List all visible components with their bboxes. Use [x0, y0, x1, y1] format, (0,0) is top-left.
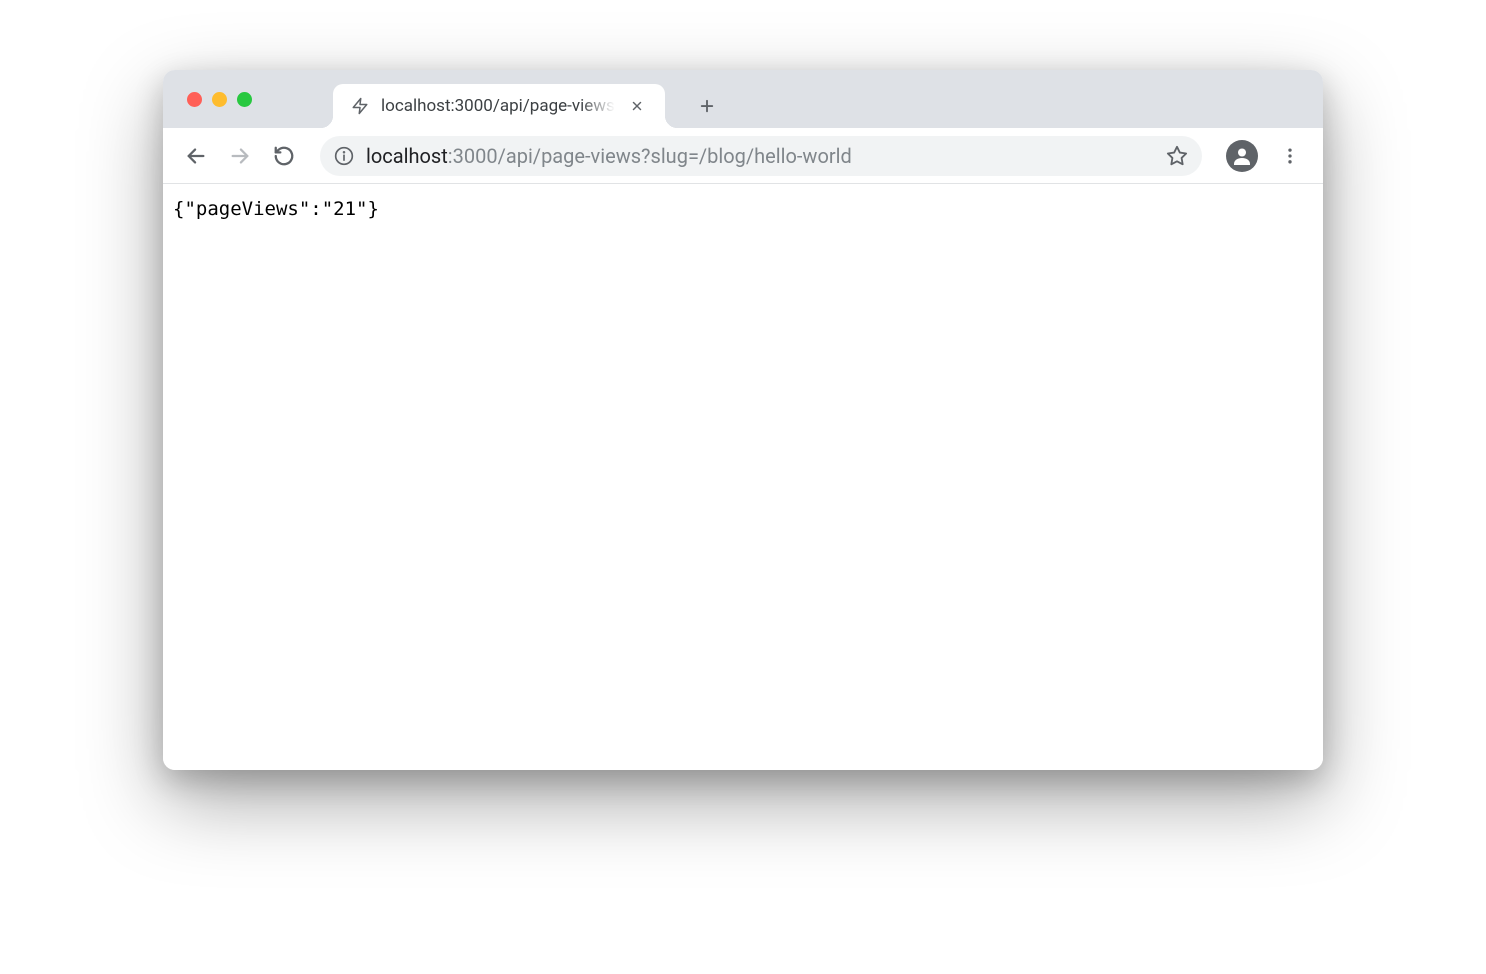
address-bar[interactable]: localhost:3000/api/page-views?slug=/blog… — [320, 136, 1202, 176]
window-maximize-button[interactable] — [237, 92, 252, 107]
reload-button[interactable] — [266, 138, 302, 174]
browser-window: localhost:3000/api/page-views — [163, 70, 1323, 770]
window-controls — [187, 92, 252, 107]
forward-button[interactable] — [222, 138, 258, 174]
page-content: {"pageViews":"21"} — [163, 184, 1323, 770]
window-close-button[interactable] — [187, 92, 202, 107]
bookmark-button[interactable] — [1166, 145, 1188, 167]
url-path: :3000/api/page-views?slug=/blog/hello-wo… — [448, 144, 852, 168]
url-host: localhost — [366, 144, 448, 168]
close-tab-button[interactable] — [627, 96, 647, 116]
menu-button[interactable] — [1272, 138, 1308, 174]
site-info-icon[interactable] — [334, 146, 354, 166]
url-text: localhost:3000/api/page-views?slug=/blog… — [366, 144, 1154, 168]
new-tab-button[interactable] — [689, 88, 725, 124]
browser-tab[interactable]: localhost:3000/api/page-views — [333, 84, 665, 128]
window-minimize-button[interactable] — [212, 92, 227, 107]
lightning-icon — [351, 97, 369, 115]
tab-title: localhost:3000/api/page-views — [381, 96, 615, 116]
profile-button[interactable] — [1226, 140, 1258, 172]
back-button[interactable] — [178, 138, 214, 174]
json-response: {"pageViews":"21"} — [173, 198, 1313, 220]
tab-bar: localhost:3000/api/page-views — [163, 70, 1323, 128]
toolbar: localhost:3000/api/page-views?slug=/blog… — [163, 128, 1323, 184]
